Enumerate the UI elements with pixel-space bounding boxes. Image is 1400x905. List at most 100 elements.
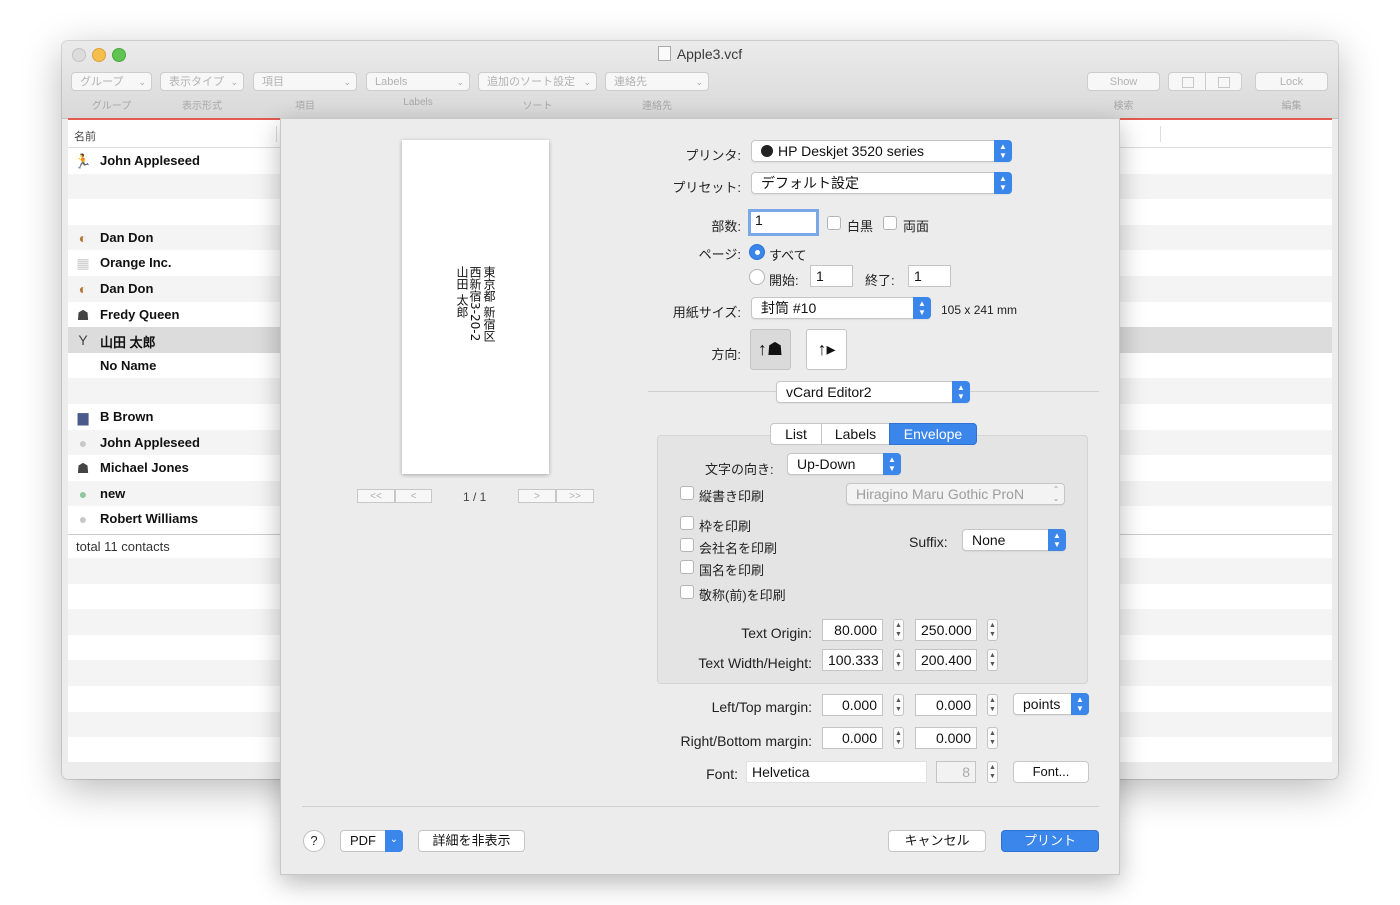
last-page-button[interactable]: >>	[556, 489, 594, 503]
view-type-popup[interactable]: 表示タイプ ⌄	[160, 72, 244, 91]
chevron-down-icon: ⌄	[343, 77, 351, 87]
font-size-field[interactable]: 8	[936, 761, 976, 783]
photo-icon: ▆	[77, 409, 89, 425]
updown-icon: ▲ ▼	[952, 381, 970, 403]
chevron-down-icon: ⌄	[230, 77, 238, 87]
next-page-button[interactable]: >	[518, 489, 556, 503]
show-button[interactable]: Show	[1087, 72, 1160, 91]
column-divider	[276, 126, 277, 142]
pdf-menu-button[interactable]: PDF ⌄	[340, 830, 403, 852]
company-label: 会社名を印刷	[699, 541, 778, 556]
group-caption: グループ	[91, 101, 132, 112]
pages-all-radio[interactable]	[749, 244, 765, 260]
help-button[interactable]: ?	[303, 830, 325, 852]
bottom-margin-stepper[interactable]: ▲ ▼	[987, 727, 998, 749]
pages-from-field[interactable]: 1	[810, 265, 853, 287]
app-options-popup[interactable]: vCard Editor2 ▲ ▼	[776, 381, 970, 403]
origin-y-field[interactable]: 250.000	[915, 619, 977, 641]
pages-to-field[interactable]: 1	[908, 265, 951, 287]
portrait-orientation-button[interactable]: ↑☗	[750, 329, 791, 370]
updown-icon: ▲ ▼	[994, 172, 1012, 194]
origin-x-field[interactable]: 80.000	[822, 619, 883, 641]
top-margin-field[interactable]: 0.000	[915, 694, 977, 716]
runner-icon: 🏃	[74, 153, 92, 169]
right-bottom-margin-label: Right/Bottom margin:	[680, 733, 813, 749]
lock-button[interactable]: Lock	[1255, 72, 1328, 91]
preset-label: プリセット:	[672, 180, 741, 195]
contact-popup[interactable]: 連絡先 ⌄	[605, 72, 709, 91]
duplex-checkbox[interactable]	[883, 216, 897, 230]
chevron-down-icon: ⌄	[583, 77, 591, 87]
person-gray-icon: ●	[78, 434, 88, 451]
font-label: Font:	[706, 766, 738, 782]
text-origin-label: Text Origin:	[741, 625, 812, 641]
previous-page-button[interactable]: <	[395, 489, 432, 503]
bw-checkbox[interactable]	[827, 216, 841, 230]
view-caption: 表示形式	[182, 101, 222, 112]
tab-labels[interactable]: Labels	[821, 423, 890, 445]
field-popup[interactable]: 項目 ⌄	[253, 72, 357, 91]
paper-size-popup[interactable]: 封筒 #10 ▲ ▼	[751, 297, 931, 319]
origin-x-stepper[interactable]: ▲ ▼	[893, 619, 904, 641]
left-margin-field[interactable]: 0.000	[822, 694, 883, 716]
layout-left-icon[interactable]	[1182, 77, 1194, 88]
landscape-orientation-button[interactable]: ↑▸	[806, 329, 847, 370]
printer-popup[interactable]: HP Deskjet 3520 series ▲ ▼	[751, 140, 1012, 162]
direction-label: 文字の向き:	[705, 462, 774, 477]
hide-details-button[interactable]: 詳細を非表示	[418, 830, 525, 852]
pages-range-radio[interactable]	[749, 269, 765, 285]
address-line-3: 山田 太郎	[455, 266, 469, 318]
silhouette-icon: ☗	[76, 460, 90, 477]
country-checkbox[interactable]	[680, 560, 694, 574]
right-margin-field[interactable]: 0.000	[822, 727, 883, 749]
copies-field[interactable]: 1	[748, 209, 819, 236]
bottom-margin-field[interactable]: 0.000	[915, 727, 977, 749]
honorific-label: 敬称(前)を印刷	[699, 588, 786, 603]
print-dialog: 東京都 新宿区 西新宿3-20-2 山田 太郎 << < 1 / 1 > >> …	[280, 118, 1120, 875]
frame-checkbox[interactable]	[680, 516, 694, 530]
font-size-stepper[interactable]: ▲ ▼	[987, 761, 998, 783]
text-height-field[interactable]: 200.400	[915, 649, 977, 671]
duplex-label: 両面	[903, 219, 930, 234]
first-page-button[interactable]: <<	[357, 489, 395, 503]
text-height-stepper[interactable]: ▲ ▼	[987, 649, 998, 671]
contact-name: John Appleseed	[100, 153, 200, 168]
updown-icon: ▲ ▼	[1048, 529, 1066, 551]
group-popup[interactable]: グループ ⌄	[71, 72, 152, 91]
updown-icon: ▲ ▼	[994, 140, 1012, 162]
vertical-print-checkbox[interactable]	[680, 486, 694, 500]
sort-popup[interactable]: 追加のソート設定 ⌄	[478, 72, 597, 91]
origin-y-stepper[interactable]: ▲ ▼	[987, 619, 998, 641]
left-top-margin-label: Left/Top margin:	[711, 699, 812, 715]
contact-caption: 連絡先	[642, 101, 672, 112]
pages-to-label: 終了:	[865, 273, 895, 288]
tab-list[interactable]: List	[770, 423, 822, 445]
company-checkbox[interactable]	[680, 538, 694, 552]
contact-name: Michael Jones	[100, 460, 189, 476]
printer-label: プリンタ:	[685, 148, 741, 163]
right-margin-stepper[interactable]: ▲ ▼	[893, 727, 904, 749]
text-width-field[interactable]: 100.333	[822, 649, 883, 671]
top-margin-stepper[interactable]: ▲ ▼	[987, 694, 998, 716]
envelope-preview: 東京都 新宿区 西新宿3-20-2 山田 太郎	[402, 140, 549, 474]
font-family-popup[interactable]: Hiragino Maru Gothic ProN ⌃ ⌄	[846, 483, 1065, 505]
direction-popup[interactable]: Up-Down ▲ ▼	[787, 453, 901, 475]
preset-popup[interactable]: デフォルト設定 ▲ ▼	[751, 172, 1012, 194]
orientation-label: 方向:	[711, 347, 741, 362]
contact-name: new	[100, 485, 126, 501]
suffix-popup[interactable]: None ▲ ▼	[962, 529, 1066, 551]
cancel-button[interactable]: キャンセル	[888, 830, 986, 852]
font-button[interactable]: Font...	[1013, 761, 1089, 783]
units-popup[interactable]: points ▲ ▼	[1013, 693, 1089, 715]
font-field: Helvetica	[746, 761, 927, 783]
honorific-checkbox[interactable]	[680, 585, 694, 599]
text-width-stepper[interactable]: ▲ ▼	[893, 649, 904, 671]
contact-name: No Name	[100, 357, 157, 373]
tab-envelope[interactable]: Envelope	[889, 423, 977, 445]
title-bar: Apple3.vcf グループ ⌄ 表示タイプ ⌄ 項目 ⌄ Labels ⌄ 追加のソ…	[62, 41, 1338, 119]
print-button[interactable]: プリント	[1001, 830, 1099, 852]
left-margin-stepper[interactable]: ▲ ▼	[893, 694, 904, 716]
layout-toggle[interactable]	[1168, 72, 1242, 91]
layout-right-icon[interactable]	[1218, 77, 1230, 88]
labels-popup[interactable]: Labels ⌄	[366, 72, 470, 91]
